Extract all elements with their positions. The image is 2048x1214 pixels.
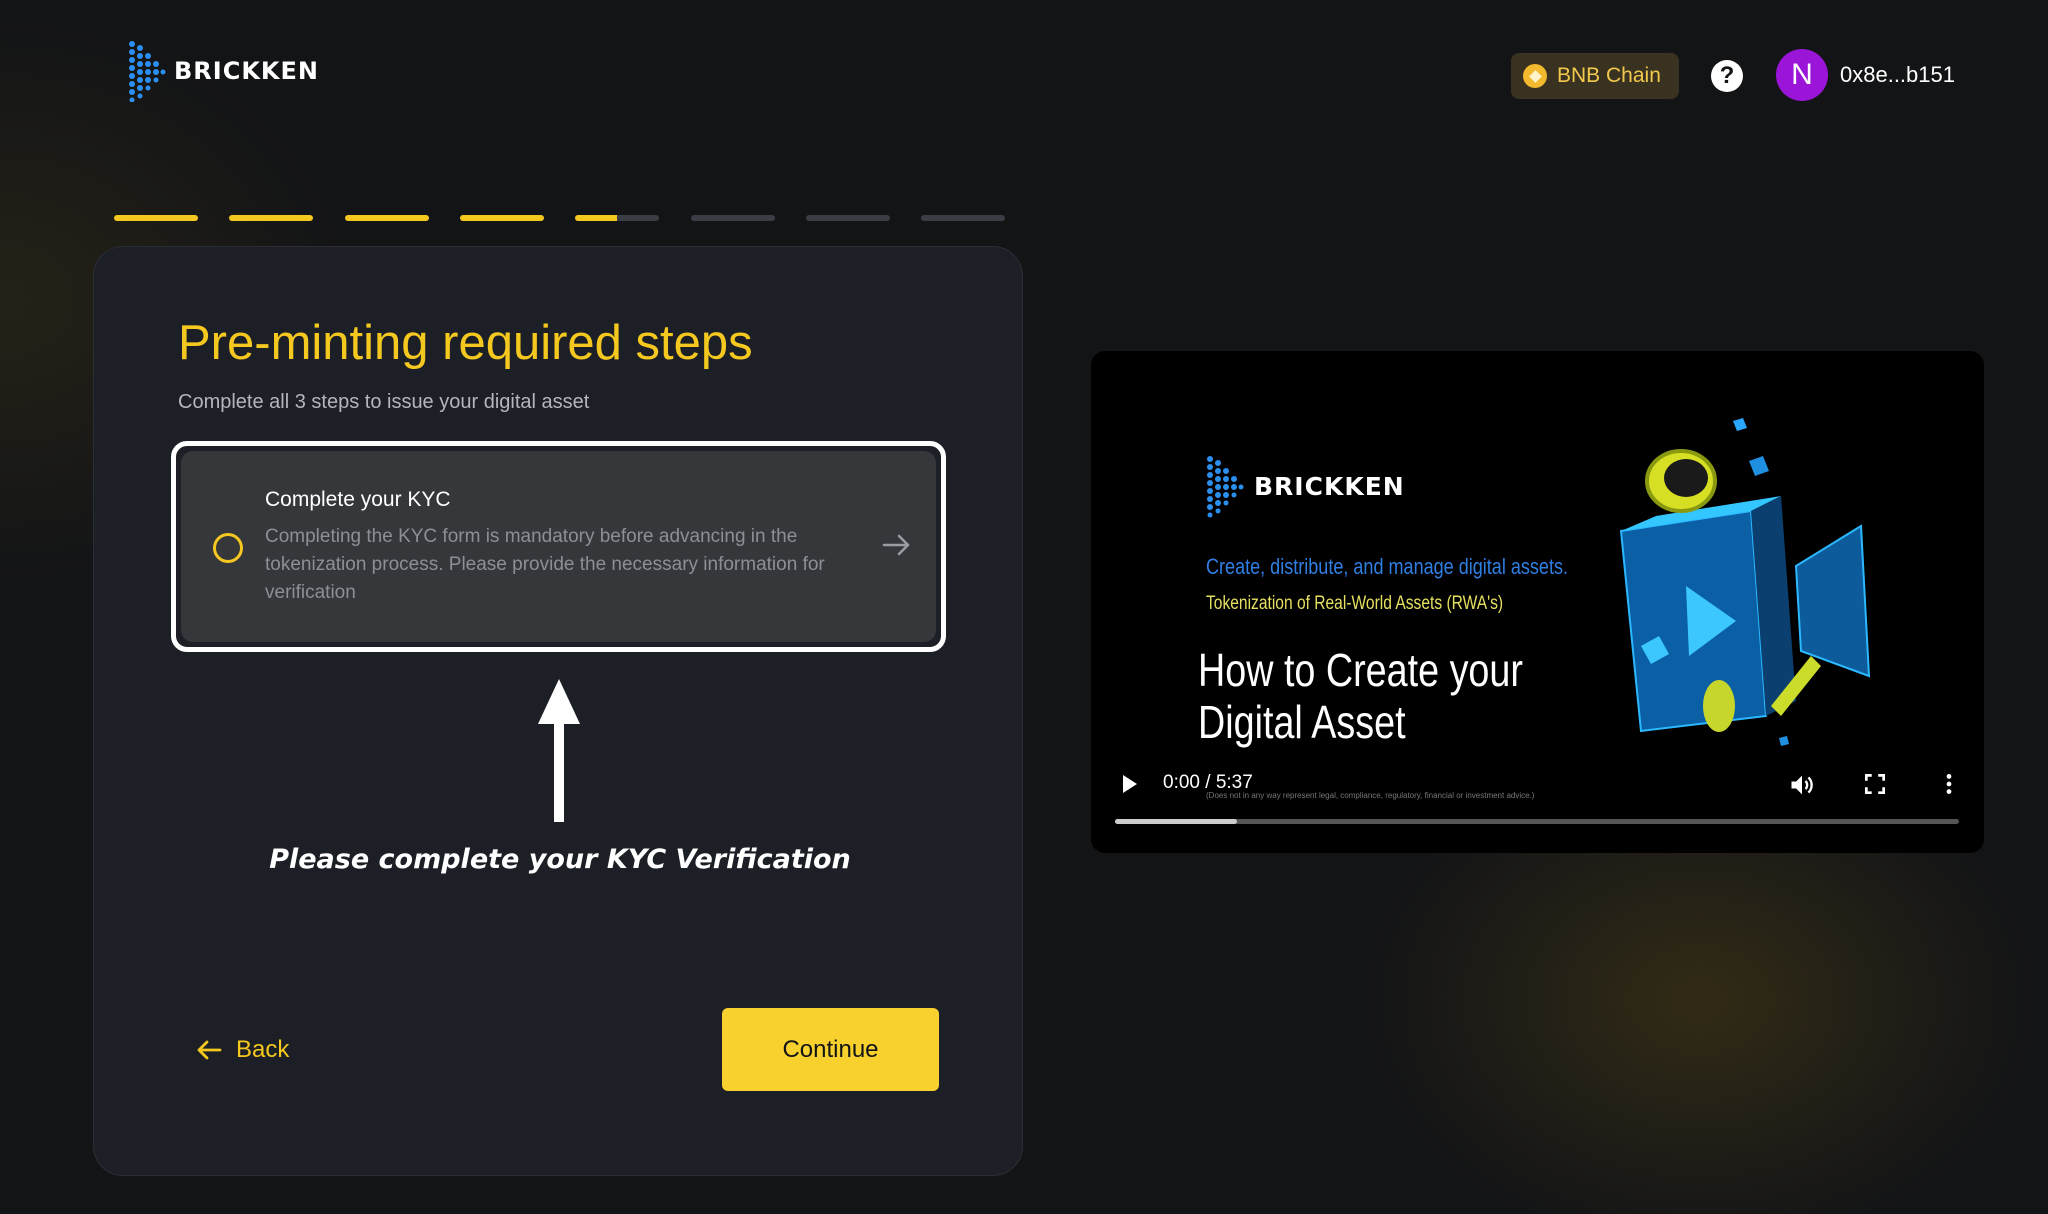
wallet-address[interactable]: 0x8e...b151 [1840, 62, 1955, 88]
radio-empty-icon [213, 533, 243, 563]
video-tagline: Create, distribute, and manage digital a… [1206, 554, 1569, 579]
video-disclaimer: (Does not in any way represent legal, co… [1206, 791, 1535, 800]
progress-segment [229, 215, 314, 221]
continue-button[interactable]: Continue [722, 1008, 939, 1091]
video-time: 0:00 / 5:37 [1163, 772, 1253, 793]
video-brand-name: BRICKKEN [1254, 471, 1405, 501]
fullscreen-icon[interactable] [1862, 771, 1888, 797]
kyc-callout: Please complete your KYC Verification [269, 844, 851, 875]
volume-icon[interactable] [1788, 771, 1816, 799]
play-icon[interactable] [1117, 772, 1141, 796]
back-button[interactable]: Back [196, 1036, 289, 1064]
bnb-coin-icon [1523, 64, 1547, 88]
network-selector[interactable]: BNB Chain [1511, 53, 1679, 99]
step-description: Completing the KYC form is mandatory bef… [265, 526, 825, 603]
progress-segment [575, 215, 660, 221]
progress-segment [690, 215, 775, 221]
page-title: Pre-minting required steps [178, 316, 753, 370]
video-seek-bar[interactable] [1115, 819, 1959, 824]
network-label: BNB Chain [1557, 64, 1661, 87]
video-brand-logo: BRICKKEN [1206, 453, 1405, 519]
progress-segment [114, 215, 198, 221]
avatar[interactable]: N [1776, 49, 1828, 101]
brickken-logo-icon [1207, 456, 1244, 518]
video-buffer-bar [1115, 819, 1238, 824]
brand-name: BRICKKEN [174, 57, 319, 85]
back-label: Back [236, 1036, 290, 1063]
video-title: How to Create your Digital Asset [1198, 644, 1523, 748]
page-subtitle: Complete all 3 steps to issue your digit… [178, 391, 590, 413]
video-player[interactable]: BRICKKEN Create, distribute, and manage … [1091, 351, 1984, 853]
progress-segment [344, 215, 429, 221]
video-camera-illustration [1619, 418, 1871, 746]
step-title: Complete your KYC [265, 488, 451, 511]
help-icon[interactable]: ? [1711, 60, 1743, 92]
arrow-left-icon [197, 1040, 222, 1060]
arrow-right-icon[interactable] [880, 530, 914, 560]
progress-segment [459, 215, 544, 221]
more-vert-icon[interactable] [1936, 771, 1962, 797]
progress-segment [805, 215, 890, 221]
arrow-up-icon [538, 679, 580, 822]
video-subtagline: Tokenization of Real-World Assets (RWA's… [1206, 593, 1504, 614]
progress-segment [921, 215, 1006, 221]
brickken-logo-icon [129, 41, 166, 102]
brand-logo[interactable]: BRICKKEN [128, 40, 319, 102]
